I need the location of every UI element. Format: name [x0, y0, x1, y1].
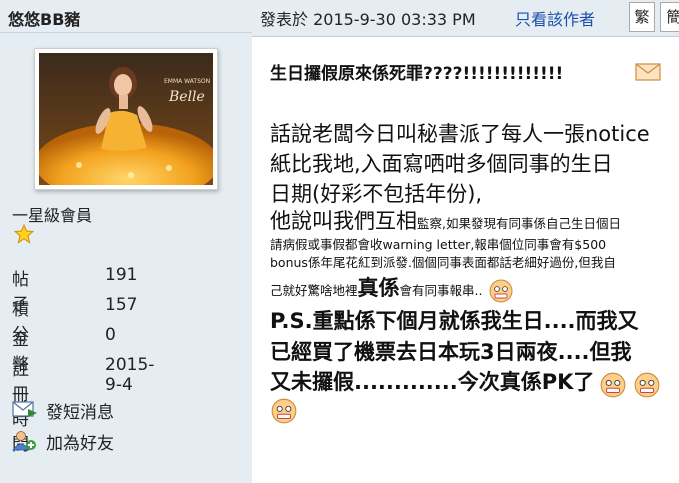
stat-value: 0 [105, 325, 116, 345]
post-line: bonus係年尾花紅到派發.個個同事表面都話老細好過份,但我自 [270, 255, 616, 270]
traditional-button[interactable]: 繁 [629, 2, 655, 32]
simplified-button[interactable]: 簡 [660, 2, 679, 32]
post-line: 已經買了機票去日本玩3日兩夜....但我 [270, 340, 632, 364]
member-rank: 一星級會員 [12, 206, 93, 225]
post-text: 他說叫我們互相 [270, 209, 417, 233]
post-line: 請病假或事假都會收warning letter,報串個位同事會有$500 [270, 237, 607, 252]
post-line: 日期(好彩不包括年份), [270, 182, 483, 206]
author-only-link[interactable]: 只看該作者 [515, 6, 595, 30]
stat-value: 157 [105, 295, 138, 315]
post-line: 又未攞假.............今次真係PK了 [270, 366, 661, 399]
sidebar-divider [0, 32, 252, 33]
emoticon-icon [489, 279, 513, 302]
emoticon-icon [271, 398, 297, 424]
emoticon-icon [601, 372, 626, 397]
avatar-image: EMMA WATSON Belle [39, 53, 213, 185]
post-line: P.S.重點係下個月就係我生日....而我又 [270, 309, 639, 333]
post-text: 會有同事報串.. [399, 283, 483, 298]
avatar-caption-1: EMMA WATSON [164, 78, 210, 85]
envelope-icon [635, 63, 661, 81]
message-icon [12, 401, 37, 417]
add-friend-label: 加為好友 [46, 434, 114, 454]
post-line: 紙比我地,入面寫哂咁多個同事的生日 [270, 152, 613, 176]
user-sidebar: 悠悠BB豬 EMMA WATSON Belle 一星級會員 帖子 191 積分 … [0, 0, 252, 483]
avatar[interactable]: EMMA WATSON Belle [34, 48, 218, 190]
emoticon-icon [634, 372, 659, 397]
username[interactable]: 悠悠BB豬 [8, 6, 80, 30]
send-message-label: 發短消息 [46, 403, 114, 423]
post-line: 己就好驚啥地裡真係會有同事報串.. [270, 272, 514, 304]
header-divider [252, 36, 679, 37]
post-header: 發表於 2015-9-30 03:33 PM 只看該作者 繁 簡 [252, 0, 679, 36]
post-title: 生日攞假原來係死罪????!!!!!!!!!!!!! [270, 64, 564, 84]
stat-value: 2015-9-4 [105, 355, 155, 395]
star-icon [14, 224, 34, 244]
post-date: 發表於 2015-9-30 03:33 PM [260, 10, 476, 29]
stat-value[interactable]: 191 [105, 265, 137, 285]
post-text: 己就好驚啥地裡 [270, 283, 358, 298]
post-text: 又未攞假.............今次真係PK了 [270, 370, 595, 394]
post-line: 他說叫我們互相監察,如果發現有同事係自己生日個日 [270, 205, 621, 235]
add-friend-icon [12, 431, 36, 451]
post-text: 監察,如果發現有同事係自己生日個日 [417, 216, 621, 231]
avatar-caption-2: Belle [168, 89, 205, 105]
post-text: 真係 [357, 276, 400, 300]
post-line: 話說老闆今日叫秘書派了每人一張notice [270, 122, 650, 146]
